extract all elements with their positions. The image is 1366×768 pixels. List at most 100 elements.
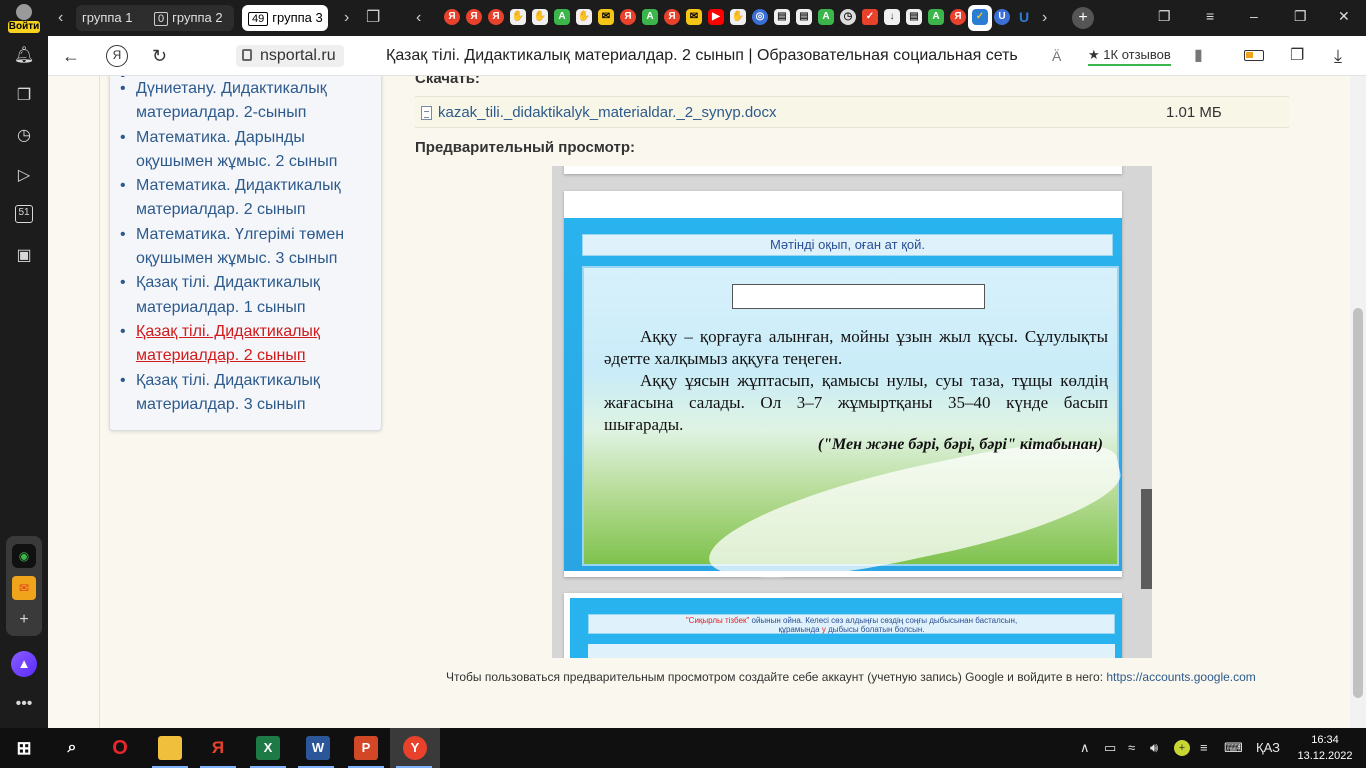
- keyboard-icon[interactable]: ⌨: [1224, 740, 1243, 756]
- tab-favicon-yandex[interactable]: Я: [488, 9, 504, 25]
- battery-icon[interactable]: [1244, 50, 1264, 61]
- file-explorer-icon[interactable]: [158, 736, 182, 760]
- word-icon[interactable]: W: [306, 736, 330, 760]
- volume-icon[interactable]: 🔊︎: [1150, 740, 1158, 756]
- close-icon[interactable]: ✕: [1338, 8, 1350, 25]
- excel-icon[interactable]: X: [256, 736, 280, 760]
- tabs-scroll-right-icon[interactable]: ›: [344, 8, 349, 28]
- preview-page: Мәтінді оқып, оған ат қой. Аққу – қорғау…: [564, 191, 1129, 601]
- bell-icon[interactable]: 🔔︎: [12, 44, 36, 68]
- tab-favicon-shield[interactable]: ✓: [862, 9, 878, 25]
- tab-favicon-u[interactable]: U: [994, 9, 1010, 25]
- play-icon[interactable]: ▷: [12, 164, 36, 188]
- tab-favicon-doc[interactable]: ▤: [774, 9, 790, 25]
- document-preview[interactable]: Мәтінді оқып, оған ат қой. Аққу – қорғау…: [552, 166, 1152, 658]
- tab-favicon-hand[interactable]: ✋: [730, 9, 746, 25]
- download-icon[interactable]: ⤓: [1334, 44, 1342, 68]
- preview-scrollbar-thumb[interactable]: [1141, 489, 1152, 589]
- wifi-icon[interactable]: ≈: [1128, 740, 1135, 755]
- tab-favicon-a[interactable]: А: [818, 9, 834, 25]
- preview-scrollbar[interactable]: [1140, 166, 1152, 658]
- app-tray-icon[interactable]: +: [1174, 740, 1190, 756]
- plus-icon[interactable]: +: [12, 608, 36, 632]
- tab-favicon-u-outline[interactable]: U: [1016, 9, 1032, 25]
- tab-favicon-yandex[interactable]: Я: [466, 9, 482, 25]
- tab-group-3[interactable]: 49 группа 3: [242, 5, 328, 31]
- tab-group-2[interactable]: 0 группа 2: [148, 5, 234, 31]
- tray-chevron-icon[interactable]: ∧: [1080, 740, 1090, 756]
- tab-favicon-envelope[interactable]: ✉: [598, 9, 614, 25]
- opera-icon[interactable]: O: [108, 736, 132, 760]
- menu-icon[interactable]: ≡: [1206, 8, 1214, 24]
- list-item[interactable]: Қазақ тілі. Дидактикалық материалдар. 1 …: [118, 271, 373, 320]
- windows-icon[interactable]: ⊞: [12, 736, 36, 760]
- battery-level: [1246, 52, 1253, 58]
- web-page: Дүниетану. Дидактикалық материалдар. 2-с…: [48, 76, 1350, 728]
- download-link[interactable]: kazak_tili._didaktikalyk_materialdar._2_…: [438, 104, 777, 121]
- new-group-icon[interactable]: ❐: [366, 8, 380, 28]
- tab-favicon-yandex[interactable]: Я: [664, 9, 680, 25]
- mail-icon[interactable]: ✉: [12, 576, 36, 600]
- exercise-panel: Аққу – қорғауға алынған, мойны ұзын жыл …: [582, 266, 1129, 601]
- powerpoint-icon[interactable]: P: [354, 736, 378, 760]
- music-icon[interactable]: ◉: [12, 544, 36, 568]
- tab-favicon-yandex[interactable]: Я: [950, 9, 966, 25]
- tab-favicon-yandex[interactable]: Я: [444, 9, 460, 25]
- new-tab-icon[interactable]: +: [1072, 7, 1094, 29]
- active-tab[interactable]: ✓: [968, 5, 992, 31]
- list-item[interactable]: Математика. Дарынды оқушымен жұмыс. 2 сы…: [118, 126, 373, 175]
- search-icon[interactable]: ⌕: [60, 736, 84, 760]
- yandex-browser-icon[interactable]: Я: [206, 736, 230, 760]
- tab-favicon-clock[interactable]: ◷: [840, 9, 856, 25]
- tabs-icon[interactable]: ❐: [12, 84, 36, 108]
- doc-icon: [421, 106, 432, 120]
- language-indicator[interactable]: ҚАЗ: [1256, 740, 1280, 755]
- history-icon[interactable]: ◷: [12, 124, 36, 148]
- tab-favicon-youtube[interactable]: ▶: [708, 9, 724, 25]
- reload-icon[interactable]: ↻: [152, 44, 167, 68]
- tab-favicon-globe[interactable]: ◎: [752, 9, 768, 25]
- system-clock[interactable]: 16:34 13.12.2022: [1296, 732, 1354, 764]
- url-field[interactable]: nsportal.ru: [236, 45, 344, 67]
- tab-favicon-a[interactable]: А: [642, 9, 658, 25]
- tab-favicon-download[interactable]: ↓: [884, 9, 900, 25]
- list-item[interactable]: Қазақ тілі. Дидактикалық материалдар. 3 …: [118, 369, 373, 418]
- back-icon[interactable]: ←: [62, 44, 80, 68]
- tab-favicon-a[interactable]: А: [554, 9, 570, 25]
- extensions-icon[interactable]: ❐: [1290, 44, 1304, 68]
- google-accounts-link[interactable]: https://accounts.google.com: [1106, 670, 1255, 684]
- tab-favicon-doc[interactable]: ▤: [796, 9, 812, 25]
- tab-favicon-hand[interactable]: ✋: [576, 9, 592, 25]
- tab-favicon-doc[interactable]: ▤: [906, 9, 922, 25]
- notes-tray-icon[interactable]: ≡: [1200, 740, 1208, 755]
- page-scrollbar[interactable]: [1350, 76, 1366, 728]
- tab-favicon-a[interactable]: А: [928, 9, 944, 25]
- tabs-next-icon[interactable]: ›: [1042, 8, 1047, 28]
- list-item[interactable]: Дүниетану. Дидактикалық материалдар. 2-с…: [118, 77, 373, 126]
- tab-favicon-envelope[interactable]: ✉: [686, 9, 702, 25]
- tabs-prev-icon[interactable]: ‹: [416, 8, 421, 28]
- yandex-app-icon[interactable]: Y: [403, 736, 427, 760]
- tabs-scroll-left-icon[interactable]: ‹: [58, 8, 63, 28]
- yandex-icon[interactable]: Я: [106, 45, 128, 67]
- collections-icon[interactable]: ❐: [1158, 8, 1171, 25]
- minimize-icon[interactable]: –: [1250, 8, 1258, 24]
- profile-login[interactable]: Войти: [8, 4, 40, 34]
- reviews-badge[interactable]: ★ 1К отзывов: [1088, 46, 1171, 66]
- tab-favicon-yandex[interactable]: Я: [620, 9, 636, 25]
- battery-tray-icon[interactable]: ▭: [1104, 740, 1116, 756]
- bookmark-icon[interactable]: ▮: [1194, 44, 1203, 68]
- screenshot-icon[interactable]: ▣: [12, 244, 36, 268]
- alice-icon[interactable]: ▲: [11, 651, 37, 677]
- list-item[interactable]: Математика. Үлгерімі төмен оқушымен жұмы…: [118, 223, 373, 272]
- page-scrollbar-thumb[interactable]: [1353, 308, 1363, 698]
- counter-icon[interactable]: 51: [12, 202, 36, 226]
- more-icon[interactable]: •••: [12, 692, 36, 716]
- list-item-active[interactable]: Қазақ тілі. Дидактикалық материалдар. 2 …: [118, 320, 373, 369]
- exercise-paragraph: Аққу ұясын жұптасып, қамысы нулы, суы та…: [604, 371, 1108, 434]
- list-item[interactable]: Математика. Дидактикалық материалдар. 2 …: [118, 174, 373, 223]
- restore-icon[interactable]: ❐: [1294, 8, 1307, 25]
- tab-favicon-hand[interactable]: ✋: [532, 9, 548, 25]
- tab-favicon-hand[interactable]: ✋: [510, 9, 526, 25]
- translate-icon[interactable]: Ä: [1052, 44, 1061, 68]
